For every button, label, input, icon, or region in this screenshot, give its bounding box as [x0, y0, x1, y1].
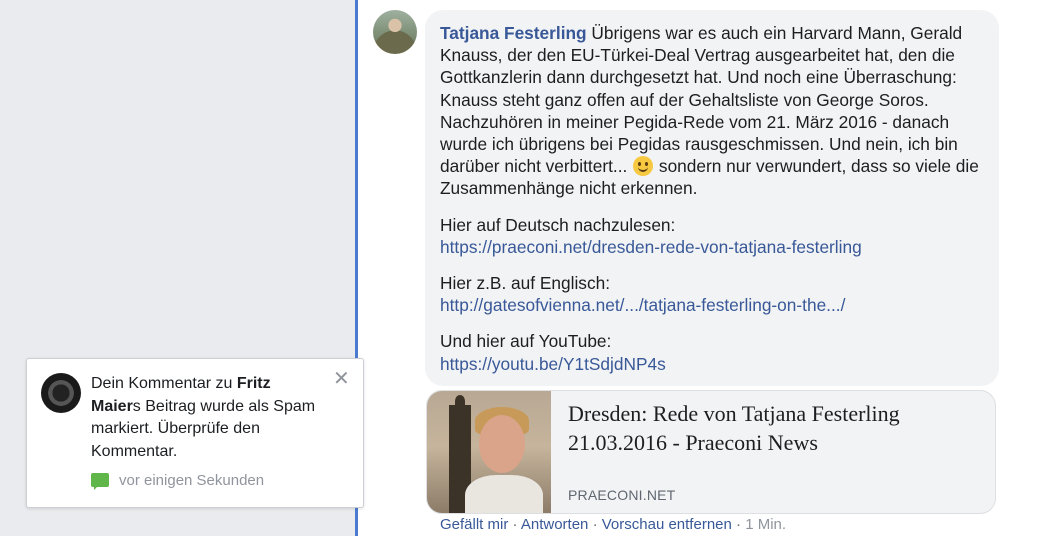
german-link-paragraph: Hier auf Deutsch nachzulesen: https://pra…: [440, 214, 985, 258]
notification-meta: vor einigen Sekunden: [91, 471, 264, 491]
timestamp-link[interactable]: 1 Min.: [745, 516, 786, 533]
comment-bubble: Tatjana Festerling Übrigens war es auch …: [425, 10, 999, 386]
link-preview-card[interactable]: Dresden: Rede von Tatjana Festerling 21.…: [426, 390, 996, 514]
person-face-shape: [479, 415, 525, 473]
german-link[interactable]: https://praeconi.net/dresden-rede-von-ta…: [440, 237, 862, 257]
comment-bubble-icon: [91, 473, 109, 490]
english-link[interactable]: http://gatesofvienna.net/.../tatjana-fes…: [440, 295, 845, 315]
separator: ·: [731, 516, 746, 533]
comment-author-link[interactable]: Tatjana Festerling: [440, 23, 587, 43]
youtube-link[interactable]: https://youtu.be/Y1tSdjdNP4s: [440, 354, 666, 374]
english-label: Hier z.B. auf Englisch:: [440, 273, 611, 294]
notification-avatar: [41, 373, 81, 413]
english-link-paragraph: Hier z.B. auf Englisch: http://gatesofvie…: [440, 272, 985, 316]
youtube-label: Und hier auf YouTube:: [440, 331, 612, 352]
notification-time: vor einigen Sekunden: [119, 472, 265, 489]
youtube-link-paragraph: Und hier auf YouTube: https://youtu.be/Y1…: [440, 330, 985, 374]
comment-actions: Gefällt mir · Antworten · Vorschau entfe…: [440, 515, 786, 535]
reply-link[interactable]: Antworten: [521, 516, 589, 533]
smiley-emoji-icon: [633, 156, 654, 177]
preview-domain: PRAECONI.NET: [568, 487, 676, 503]
person-body-shape: [465, 475, 543, 513]
notification-text-part1: Dein Kommentar zu: [91, 375, 237, 392]
commenter-avatar[interactable]: [373, 10, 417, 54]
separator: ·: [508, 516, 521, 533]
like-link[interactable]: Gefällt mir: [440, 516, 508, 533]
spam-notification[interactable]: Dein Kommentar zu Fritz Maiers Beitrag w…: [26, 358, 364, 508]
german-label: Hier auf Deutsch nachzulesen:: [440, 214, 676, 235]
comment-text-part1: Übrigens war es auch ein Harvard Mann, G…: [440, 23, 963, 177]
separator: ·: [588, 516, 602, 533]
notification-text: Dein Kommentar zu Fritz Maiers Beitrag w…: [91, 373, 321, 463]
preview-title[interactable]: Dresden: Rede von Tatjana Festerling 21.…: [568, 399, 978, 457]
comment-paragraph: Tatjana Festerling Übrigens war es auch …: [440, 22, 985, 200]
remove-preview-link[interactable]: Vorschau entfernen: [602, 516, 732, 533]
preview-thumbnail-image: [427, 391, 551, 513]
close-icon[interactable]: ✕: [333, 369, 350, 389]
